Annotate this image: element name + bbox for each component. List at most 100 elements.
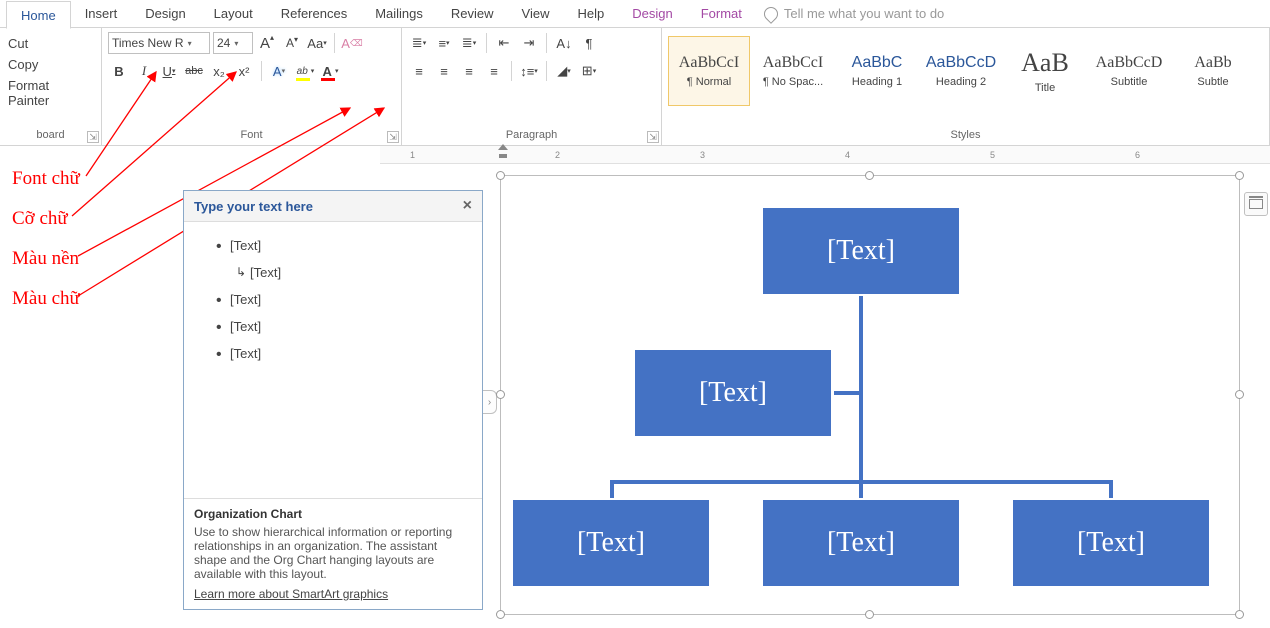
- style-name-label: ¶ Normal: [687, 76, 731, 88]
- font-group-label: Font: [108, 127, 395, 143]
- resize-handle[interactable]: [865, 610, 874, 619]
- style-item[interactable]: AaBbCcDSubtitle: [1088, 36, 1170, 106]
- shrink-font-button[interactable]: A▾: [281, 32, 303, 54]
- sort-button[interactable]: A↓: [553, 32, 575, 54]
- tab-insert[interactable]: Insert: [71, 0, 132, 28]
- numbering-button[interactable]: ≡▾: [433, 32, 455, 54]
- shading-button[interactable]: ◢▾: [553, 60, 575, 82]
- style-item[interactable]: AaBb Subtle: [1172, 36, 1254, 106]
- tab-design[interactable]: Design: [131, 0, 199, 28]
- cut-button[interactable]: Cut: [8, 36, 93, 51]
- style-item[interactable]: AaBbCcDHeading 2: [920, 36, 1002, 106]
- align-center-button[interactable]: ≡: [433, 60, 455, 82]
- align-right-button[interactable]: ≡: [458, 60, 480, 82]
- format-painter-button[interactable]: Format Painter: [8, 78, 93, 108]
- paragraph-dialog-launcher[interactable]: ⇲: [647, 131, 659, 143]
- text-pane-item[interactable]: [Text]: [190, 340, 476, 367]
- org-node-child[interactable]: [Text]: [1011, 498, 1211, 588]
- decrease-indent-button[interactable]: ⇤: [493, 32, 515, 54]
- org-node-assistant[interactable]: [Text]: [633, 348, 833, 438]
- org-node-child[interactable]: [Text]: [511, 498, 711, 588]
- line-spacing-button[interactable]: ↕≡▾: [518, 60, 540, 82]
- superscript-button[interactable]: x²: [233, 60, 255, 82]
- text-effects-button[interactable]: A▾: [268, 60, 290, 82]
- strikethrough-button[interactable]: abc: [183, 60, 205, 82]
- smartart-canvas[interactable]: [Text] [Text] [Text] [Text] [Text]: [500, 175, 1240, 615]
- show-marks-button[interactable]: ¶: [578, 32, 600, 54]
- font-dialog-launcher[interactable]: ⇲: [387, 131, 399, 143]
- text-pane-toggle[interactable]: ›: [483, 390, 497, 414]
- font-color-button[interactable]: A ▾: [318, 60, 340, 82]
- increase-indent-button[interactable]: ⇥: [518, 32, 540, 54]
- multilevel-list-button[interactable]: ≣▾: [458, 32, 480, 54]
- style-name-label: Subtle: [1197, 76, 1228, 88]
- connector-line: [834, 391, 861, 395]
- resize-handle[interactable]: [496, 171, 505, 180]
- bold-button[interactable]: B: [108, 60, 130, 82]
- ruler-tick: 2: [555, 150, 560, 160]
- text-pane-item[interactable]: [Text]: [190, 232, 476, 259]
- change-case-button[interactable]: Aa▾: [306, 32, 328, 54]
- styles-gallery[interactable]: AaBbCcI¶ NormalAaBbCcI¶ No Spac...AaBbCH…: [668, 32, 1263, 110]
- italic-button[interactable]: I: [133, 60, 155, 82]
- tab-help[interactable]: Help: [563, 0, 618, 28]
- underline-button[interactable]: U▾: [158, 60, 180, 82]
- text-pane-item[interactable]: [Text]: [190, 313, 476, 340]
- tab-home[interactable]: Home: [6, 1, 71, 29]
- resize-handle[interactable]: [865, 171, 874, 180]
- tab-view[interactable]: View: [508, 0, 564, 28]
- style-item[interactable]: AaBbCcI¶ No Spac...: [752, 36, 834, 106]
- tab-smartart-design[interactable]: Design: [618, 0, 686, 28]
- align-left-button[interactable]: ≡: [408, 60, 430, 82]
- close-icon[interactable]: ×: [463, 197, 472, 215]
- style-item[interactable]: AaBbCHeading 1: [836, 36, 918, 106]
- text-pane-item[interactable]: [Text]: [190, 286, 476, 313]
- indent-marker-icon[interactable]: [498, 148, 508, 158]
- style-name-label: Title: [1035, 82, 1055, 94]
- text-pane-body[interactable]: [Text] [Text] [Text] [Text] [Text]: [184, 222, 482, 498]
- resize-handle[interactable]: [1235, 610, 1244, 619]
- tab-review[interactable]: Review: [437, 0, 508, 28]
- resize-handle[interactable]: [1235, 171, 1244, 180]
- style-preview: AaBb: [1194, 54, 1231, 72]
- clipboard-group-label: board: [6, 127, 95, 143]
- layout-options-button[interactable]: [1244, 192, 1268, 216]
- annotation-font: Font chữ: [12, 168, 80, 190]
- tell-me-search[interactable]: Tell me what you want to do: [764, 6, 944, 21]
- smartart-learn-more-link[interactable]: Learn more about SmartArt graphics: [194, 587, 472, 601]
- grow-font-button[interactable]: A▴: [256, 32, 278, 54]
- tab-references[interactable]: References: [267, 0, 361, 28]
- style-name-label: Heading 1: [852, 76, 902, 88]
- copy-button[interactable]: Copy: [8, 57, 93, 72]
- text-effects-label: A: [273, 64, 282, 79]
- ruler-tick: 1: [410, 150, 415, 160]
- org-node-top[interactable]: [Text]: [761, 206, 961, 296]
- chevron-down-icon: ▾: [188, 39, 192, 48]
- tab-mailings[interactable]: Mailings: [361, 0, 437, 28]
- bullets-button[interactable]: ≣▾: [408, 32, 430, 54]
- tab-smartart-format[interactable]: Format: [687, 0, 756, 28]
- style-item[interactable]: AaBbCcI¶ Normal: [668, 36, 750, 106]
- highlight-color-button[interactable]: ab ▾: [293, 60, 315, 82]
- borders-button[interactable]: ⊞▾: [578, 60, 600, 82]
- resize-handle[interactable]: [1235, 390, 1244, 399]
- text-pane-item[interactable]: [Text]: [190, 259, 476, 286]
- resize-handle[interactable]: [496, 610, 505, 619]
- tab-layout[interactable]: Layout: [200, 0, 267, 28]
- org-node-child[interactable]: [Text]: [761, 498, 961, 588]
- clipboard-dialog-launcher[interactable]: ⇲: [87, 131, 99, 143]
- style-name-label: ¶ No Spac...: [763, 76, 823, 88]
- resize-handle[interactable]: [496, 390, 505, 399]
- paragraph-group-label: Paragraph: [408, 127, 655, 143]
- font-size-combo[interactable]: 24▾: [213, 32, 253, 54]
- horizontal-ruler[interactable]: 1 2 3 4 5 6: [380, 146, 1270, 164]
- subscript-button[interactable]: x₂: [208, 60, 230, 82]
- clear-formatting-button[interactable]: A⌫: [341, 32, 363, 54]
- style-item[interactable]: AaBTitle: [1004, 36, 1086, 106]
- ribbon-body: Cut Copy Format Painter board ⇲ Times Ne…: [0, 28, 1270, 146]
- font-name-combo[interactable]: Times New R▾: [108, 32, 210, 54]
- smartart-text-pane: Type your text here × [Text] [Text] [Tex…: [183, 190, 483, 610]
- annotation-size: Cỡ chữ: [12, 208, 68, 230]
- text-pane-info-title: Organization Chart: [194, 507, 472, 521]
- justify-button[interactable]: ≡: [483, 60, 505, 82]
